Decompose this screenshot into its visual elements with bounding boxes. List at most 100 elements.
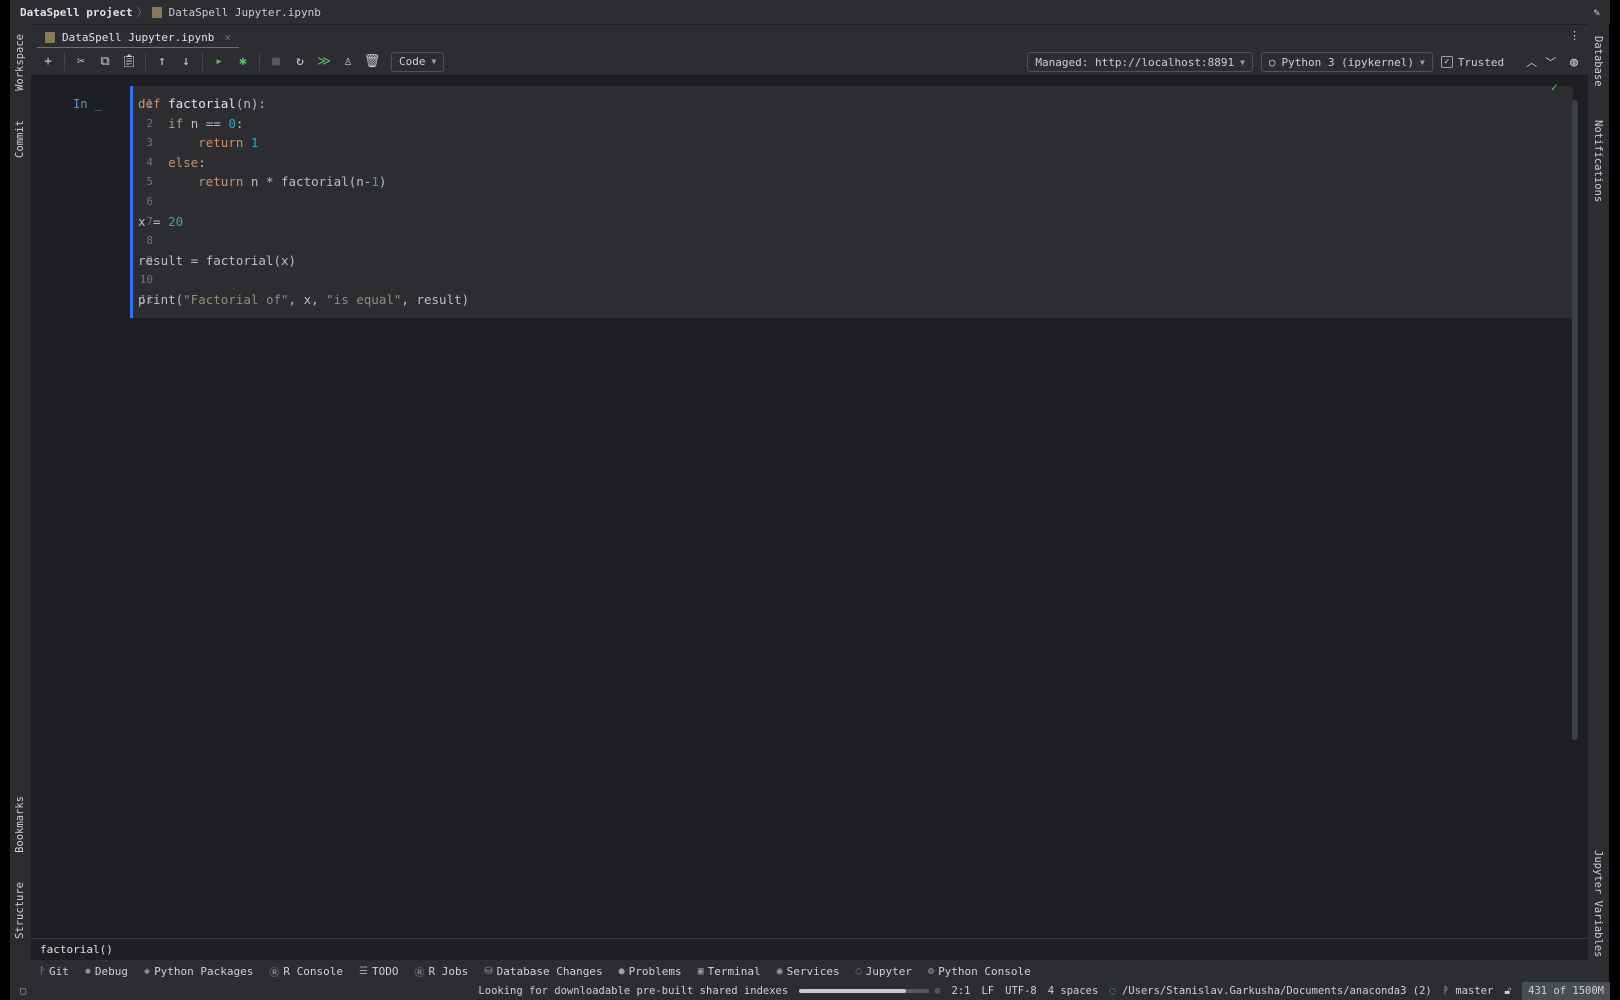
right-tool-strip: Database Notifications Jupyter Variables [1588, 24, 1609, 982]
cell-type-select[interactable]: Code ▼ [391, 51, 445, 72]
structure-tab[interactable]: Structure [14, 882, 26, 939]
move-down-icon[interactable]: ↓ [175, 51, 197, 73]
server-value: Managed: http://localhost:8891 [1035, 55, 1235, 69]
tool-window-python-packages[interactable]: ◈ Python Packages [144, 965, 253, 978]
move-up-icon[interactable]: ↑ [151, 51, 173, 73]
string-literal: "Factorial of" [183, 291, 289, 307]
tool-window-label: R Console [283, 964, 344, 978]
git-branch-icon: ᚹ [1442, 985, 1450, 997]
notebook-editor: In _ 1 2 3 4 5 6 7 8 9 10 11 def factorial(n): if … [31, 76, 1588, 938]
database-icon: ⛁ [484, 965, 493, 977]
problems-icon: ● [618, 965, 625, 977]
interpreter[interactable]: ◌ /Users/Stanislav.Garkusha/Documents/an… [1109, 985, 1431, 997]
number-literal: 0 [228, 115, 236, 131]
navigation-bar: DataSpell project 〉 DataSpell Jupyter.ip… [10, 0, 1610, 24]
memory-indicator[interactable]: 431 of 1500M [1522, 982, 1610, 1000]
code-token: n * factorial(n- [243, 174, 372, 190]
tool-window-debug[interactable]: ✱ Debug [85, 965, 128, 978]
bookmarks-tab[interactable]: Bookmarks [14, 796, 26, 853]
add-cell-icon[interactable]: + [37, 51, 59, 73]
run-all-icon[interactable]: ≫ [313, 51, 335, 73]
copy-icon[interactable]: ⧉ [94, 51, 116, 73]
vertical-scrollbar[interactable] [1572, 100, 1578, 740]
database-tab[interactable]: Database [1592, 36, 1604, 87]
code-breadcrumb[interactable]: factorial() [31, 938, 1588, 960]
terminal-icon: ▣ [697, 965, 704, 977]
breadcrumb-project[interactable]: DataSpell project [20, 6, 133, 19]
tool-window-label: Git [49, 964, 69, 978]
tool-window-terminal[interactable]: ▣ Terminal [698, 965, 761, 978]
jupyter-variables-tab[interactable]: Jupyter Variables [1592, 850, 1604, 957]
progress-bar [799, 989, 930, 993]
code-token: print( [138, 291, 184, 307]
code-token: , result) [401, 291, 470, 307]
tool-window-services[interactable]: ◉ Services [777, 965, 840, 978]
delete-icon[interactable]: 🗑︎ [361, 51, 383, 73]
edit-icon[interactable]: ✎ [1593, 6, 1600, 19]
git-branch[interactable]: ᚹ master [1443, 985, 1494, 997]
chevron-down-icon: ▼ [1240, 57, 1245, 67]
bug-icon: ✱ [84, 965, 91, 977]
file-encoding[interactable]: UTF-8 [1005, 985, 1037, 997]
tool-window-database-changes[interactable]: ⛁ Database Changes [484, 965, 602, 978]
editor-tabs: DataSpell Jupyter.ipynb × ⋮ [31, 24, 1588, 49]
tool-window-r-jobs[interactable]: Ⓡ R Jobs [414, 964, 468, 979]
line-separator[interactable]: LF [981, 985, 994, 997]
close-icon[interactable]: × [224, 31, 231, 44]
lock-icon[interactable]: 🔓︎ [1504, 985, 1511, 998]
restart-icon[interactable]: ↻ [289, 51, 311, 73]
tool-window-python-console[interactable]: ⚙ Python Console [928, 965, 1031, 978]
cancel-icon[interactable]: ⊗ [934, 985, 940, 997]
cut-icon[interactable]: ✂ [70, 51, 92, 73]
indent-setting[interactable]: 4 spaces [1048, 985, 1099, 997]
packages-icon: ◈ [144, 965, 151, 977]
code-line: def factorial(n): [138, 94, 469, 114]
chevron-down-icon[interactable]: ﹀ [1545, 54, 1556, 70]
commit-tab[interactable]: Commit [14, 120, 26, 158]
code-line: return n * factorial(n-1) [138, 172, 469, 192]
layout-icon[interactable]: ▢ [20, 985, 26, 997]
keyword: def [138, 96, 169, 111]
clear-outputs-icon[interactable]: ♙ [337, 51, 359, 73]
background-task[interactable]: Looking for downloadable pre-built share… [478, 985, 788, 997]
code-token: ) [378, 174, 387, 190]
check-icon: ✓ [1550, 80, 1558, 94]
run-cell-icon[interactable]: ▸ [208, 51, 230, 73]
breadcrumb-file[interactable]: DataSpell Jupyter.ipynb [169, 6, 321, 19]
checkbox-checked-icon: ✓ [1440, 56, 1453, 68]
tool-window-r-console[interactable]: Ⓡ R Console [269, 964, 343, 979]
notifications-tab[interactable]: Notifications [1592, 120, 1604, 202]
function-name: factorial [168, 96, 236, 111]
notebook-file-icon [45, 31, 55, 43]
debug-icon[interactable]: ✱ [232, 51, 254, 73]
tool-window-todo[interactable]: ☰ TODO [359, 965, 398, 978]
trusted-toggle[interactable]: ✓ Trusted [1440, 56, 1504, 69]
tool-window-jupyter[interactable]: ◌ Jupyter [856, 965, 912, 978]
caret-position[interactable]: 2:1 [952, 985, 971, 997]
tab-notebook[interactable]: DataSpell Jupyter.ipynb × [37, 27, 239, 49]
tool-window-problems[interactable]: ● Problems [619, 965, 682, 978]
paste-icon[interactable]: 📋︎ [118, 51, 140, 73]
left-tool-strip: Workspace Commit Bookmarks Structure [10, 24, 31, 982]
server-select[interactable]: Managed: http://localhost:8891 ▼ [1027, 52, 1253, 72]
services-icon: ◉ [776, 965, 783, 977]
keyword: return [198, 135, 244, 151]
more-icon[interactable]: ⋮ [1569, 29, 1580, 42]
code-editor[interactable]: def factorial(n): if n == 0: return 1 el… [138, 94, 469, 310]
stop-icon[interactable]: ■ [265, 51, 287, 73]
workspace-tab[interactable]: Workspace [14, 34, 26, 91]
number-literal: 1 [371, 174, 379, 190]
tool-window-git[interactable]: ᚹ Git [39, 965, 69, 978]
chevron-up-icon[interactable]: ︿ [1526, 54, 1537, 70]
string-literal: "is equal" [326, 291, 402, 307]
keyword: if [168, 115, 184, 131]
code-line: else: [138, 153, 469, 173]
tool-window-label: Python Console [938, 964, 1031, 978]
globe-icon[interactable]: ◍ [1570, 55, 1578, 70]
tool-window-label: Debug [94, 964, 129, 978]
branch-name: master [1455, 985, 1494, 997]
kernel-select[interactable]: ○ Python 3 (ipykernel) ▼ [1260, 52, 1433, 72]
